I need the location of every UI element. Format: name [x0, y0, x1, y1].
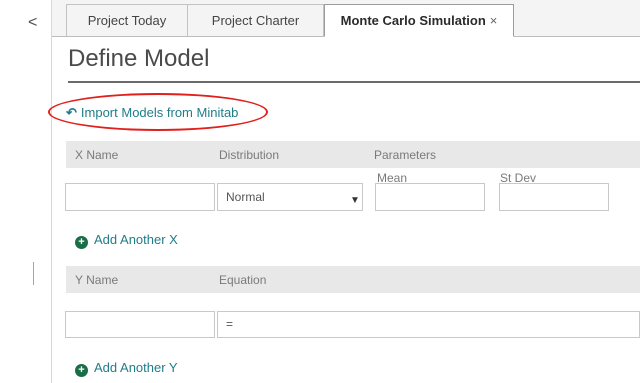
annotation-highlight-oval	[48, 93, 268, 131]
gutter-marker	[33, 262, 34, 285]
chevron-left-icon[interactable]: <	[28, 14, 37, 32]
add-y-label: Add Another Y	[94, 360, 178, 375]
add-x-label: Add Another X	[94, 232, 178, 247]
add-another-y-button[interactable]: + Add Another Y	[75, 360, 178, 377]
page-title: Define Model	[68, 45, 210, 72]
tab-monte-carlo-simulation[interactable]: Monte Carlo Simulation ×	[324, 4, 514, 37]
gutter-divider	[51, 0, 52, 383]
distribution-value: Normal	[226, 190, 265, 204]
x-header-band	[66, 141, 640, 168]
plus-circle-icon: +	[75, 236, 88, 249]
distribution-select[interactable]: Normal	[217, 183, 363, 211]
tab-label: Project Charter	[211, 13, 300, 28]
distribution-header: Distribution	[219, 148, 280, 162]
tab-label: Monte Carlo Simulation	[340, 13, 486, 28]
tab-project-charter[interactable]: Project Charter	[188, 4, 324, 36]
equation-input[interactable]: =	[217, 311, 640, 338]
y-name-header: Y Name	[75, 273, 119, 287]
title-divider	[68, 81, 640, 83]
close-icon[interactable]: ×	[490, 13, 498, 28]
add-another-x-button[interactable]: + Add Another X	[75, 232, 178, 249]
tab-label: Project Today	[87, 13, 167, 28]
equation-header: Equation	[219, 273, 267, 287]
y-name-input[interactable]	[65, 311, 215, 338]
x-name-header: X Name	[75, 148, 119, 162]
stdev-input[interactable]	[499, 183, 609, 211]
tab-project-today[interactable]: Project Today	[66, 4, 188, 36]
parameters-header: Parameters	[374, 148, 437, 162]
mean-input[interactable]	[375, 183, 485, 211]
equation-value: =	[226, 317, 234, 331]
y-header-band	[66, 266, 640, 293]
caret-down-icon[interactable]: ▼	[350, 195, 360, 206]
left-gutter	[0, 0, 52, 383]
plus-circle-icon: +	[75, 364, 88, 377]
x-name-input[interactable]	[65, 183, 215, 211]
